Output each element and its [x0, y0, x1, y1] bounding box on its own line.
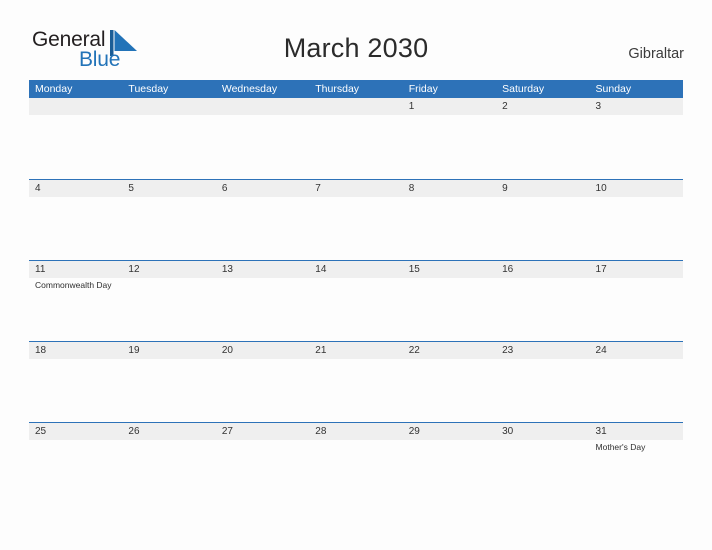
- calendar-day-cell[interactable]: 8: [403, 180, 496, 261]
- calendar-day-cell[interactable]: 5: [122, 180, 215, 261]
- day-number: 5: [128, 183, 134, 194]
- calendar-day-cell[interactable]: 3: [590, 98, 683, 179]
- calendar-day-cell[interactable]: 9: [496, 180, 589, 261]
- calendar-day-cell[interactable]: 15: [403, 261, 496, 342]
- day-number: 10: [595, 183, 607, 194]
- calendar-day-cell[interactable]: 4: [29, 180, 122, 261]
- calendar-day-cell[interactable]: 31 Mother's Day: [590, 423, 683, 504]
- day-number: 18: [35, 345, 47, 356]
- region-label: Gibraltar: [628, 46, 684, 62]
- day-number: 23: [502, 345, 514, 356]
- calendar-day-cell[interactable]: 16: [496, 261, 589, 342]
- weekday-header-tuesday: Tuesday: [128, 83, 169, 95]
- day-number: 20: [221, 345, 233, 356]
- calendar-day-cell[interactable]: [29, 98, 122, 179]
- day-number: 15: [408, 264, 420, 275]
- weekday-header-saturday: Saturday: [502, 83, 545, 95]
- day-number: 31: [595, 426, 607, 437]
- day-number: 25: [35, 426, 47, 437]
- calendar-day-cell[interactable]: 2: [496, 98, 589, 179]
- day-number: 8: [408, 183, 415, 194]
- calendar-day-cell[interactable]: 26: [122, 423, 215, 504]
- day-number: 28: [315, 426, 327, 437]
- day-number: 17: [595, 264, 607, 275]
- weekday-header-thursday: Thursday: [315, 83, 360, 95]
- calendar-day-cell[interactable]: 28: [309, 423, 402, 504]
- calendar-day-cell[interactable]: 18: [29, 342, 122, 423]
- weekday-header-wednesday: Wednesday: [221, 83, 278, 95]
- calendar-day-cell[interactable]: 29: [403, 423, 496, 504]
- day-number: 26: [128, 426, 140, 437]
- calendar-day-cell[interactable]: [122, 98, 215, 179]
- calendar-day-cell[interactable]: 21: [309, 342, 402, 423]
- day-number: 22: [408, 345, 420, 356]
- day-number: 12: [128, 264, 140, 275]
- weekday-header-friday: Friday: [408, 83, 438, 95]
- day-number: 30: [502, 426, 514, 437]
- day-number: 29: [408, 426, 420, 437]
- calendar-day-cell[interactable]: [216, 98, 309, 179]
- day-number: 19: [128, 345, 140, 356]
- day-number: 6: [221, 183, 228, 194]
- day-number: 16: [502, 264, 514, 275]
- calendar-day-cell[interactable]: 23: [496, 342, 589, 423]
- day-number: 13: [221, 264, 233, 275]
- calendar-day-cell[interactable]: 20: [216, 342, 309, 423]
- weekday-header-monday: Monday: [35, 83, 73, 95]
- calendar-week-row: 4 5 6 7 8 9 10: [29, 179, 683, 260]
- calendar-grid: Monday Tuesday Wednesday Thursday Friday…: [29, 80, 683, 503]
- calendar-day-cell[interactable]: 19: [122, 342, 215, 423]
- calendar-day-cell[interactable]: 12: [122, 261, 215, 342]
- calendar-day-cell[interactable]: 30: [496, 423, 589, 504]
- calendar-day-cell[interactable]: 17: [590, 261, 683, 342]
- calendar-day-cell[interactable]: 6: [216, 180, 309, 261]
- calendar-week-row: 18 19 20 21 22 23 24: [29, 341, 683, 422]
- calendar-day-cell[interactable]: 10: [590, 180, 683, 261]
- day-number: 21: [315, 345, 327, 356]
- day-number: 2: [502, 101, 508, 112]
- day-number: 1: [408, 101, 415, 112]
- day-number: 3: [595, 101, 602, 112]
- calendar-day-cell[interactable]: 27: [216, 423, 309, 504]
- day-number: 14: [315, 264, 327, 275]
- day-event-label: Mother's Day: [595, 442, 646, 452]
- calendar-day-cell[interactable]: 1: [403, 98, 496, 179]
- calendar-day-cell[interactable]: 14: [309, 261, 402, 342]
- day-number: 11: [35, 264, 46, 275]
- calendar-day-cell[interactable]: 13: [216, 261, 309, 342]
- day-number: 24: [595, 345, 607, 356]
- calendar-day-cell[interactable]: 11 Commonwealth Day: [29, 261, 122, 342]
- calendar-weekday-header-row: Monday Tuesday Wednesday Thursday Friday…: [29, 80, 683, 98]
- calendar-day-cell[interactable]: 22: [403, 342, 496, 423]
- calendar-week-row: 1 2 3: [29, 98, 683, 179]
- page-title: March 2030: [283, 33, 429, 63]
- calendar-week-row: 25 26 27 28 29 30 31 Mother's Day: [29, 422, 683, 503]
- day-event-label: Commonwealth Day: [35, 280, 112, 290]
- page-header: General Blue March 2030 Gibraltar: [0, 0, 712, 80]
- calendar-day-cell[interactable]: 25: [29, 423, 122, 504]
- weekday-header-sunday: Sunday: [595, 83, 632, 95]
- calendar-day-cell[interactable]: 24: [590, 342, 683, 423]
- day-number: 7: [315, 183, 321, 194]
- calendar-week-row: 11 Commonwealth Day 12 13 14 15 16 17: [29, 260, 683, 341]
- calendar-day-cell[interactable]: 7: [309, 180, 402, 261]
- day-number: 27: [221, 426, 233, 437]
- day-number: 4: [35, 183, 41, 194]
- day-number: 9: [502, 183, 508, 194]
- calendar-day-cell[interactable]: [309, 98, 402, 179]
